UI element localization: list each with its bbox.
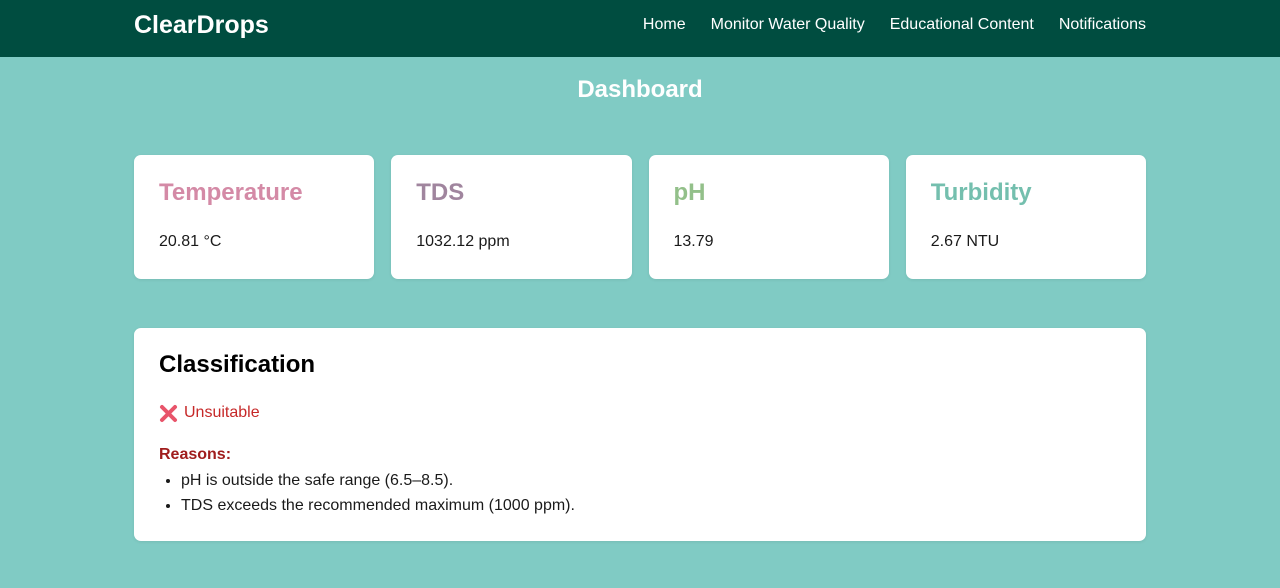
nav-link-monitor-water-quality[interactable]: Monitor Water Quality [711, 15, 865, 34]
metric-value: 20.81 °C [159, 233, 222, 250]
metric-title: TDS [416, 179, 465, 206]
metric-card-turbidity: Turbidity 2.67 NTU [905, 155, 1146, 279]
metric-cards: Temperature 20.81 °C TDS 1032.12 ppm pH … [134, 155, 1146, 279]
nav-link-educational-content[interactable]: Educational Content [890, 15, 1034, 34]
reasons-label: Reasons: [159, 446, 232, 463]
reasons-list: pH is outside the safe range (6.5–8.5). … [159, 468, 575, 518]
classification-panel: Classification Unsuitable Reasons: pH is… [134, 328, 1146, 541]
metric-value: 2.67 NTU [930, 233, 1000, 250]
classification-status: Unsuitable [159, 403, 260, 423]
classification-title: Classification [159, 351, 316, 378]
metric-card-temperature: Temperature 20.81 °C [134, 155, 375, 279]
metric-card-ph: pH 13.79 [648, 155, 889, 279]
nav-link-notifications[interactable]: Notifications [1059, 15, 1146, 34]
metric-card-tds: TDS 1032.12 ppm [391, 155, 632, 279]
metric-title: Temperature [159, 179, 303, 206]
metric-title: Turbidity [930, 179, 1032, 206]
top-navbar: ClearDrops Home Monitor Water Quality Ed… [0, 0, 1280, 57]
status-label: Unsuitable [184, 404, 260, 421]
metric-value: 13.79 [673, 233, 714, 250]
reason-item: pH is outside the safe range (6.5–8.5). [181, 468, 575, 493]
page-title: Dashboard [577, 76, 703, 103]
metric-value: 1032.12 ppm [416, 233, 510, 250]
reason-item: TDS exceeds the recommended maximum (100… [181, 493, 575, 518]
main-nav: Home Monitor Water Quality Educational C… [643, 15, 1146, 34]
cross-mark-icon [159, 404, 178, 423]
nav-link-home[interactable]: Home [643, 15, 686, 34]
metric-title: pH [673, 179, 706, 206]
brand-logo[interactable]: ClearDrops [134, 10, 269, 40]
